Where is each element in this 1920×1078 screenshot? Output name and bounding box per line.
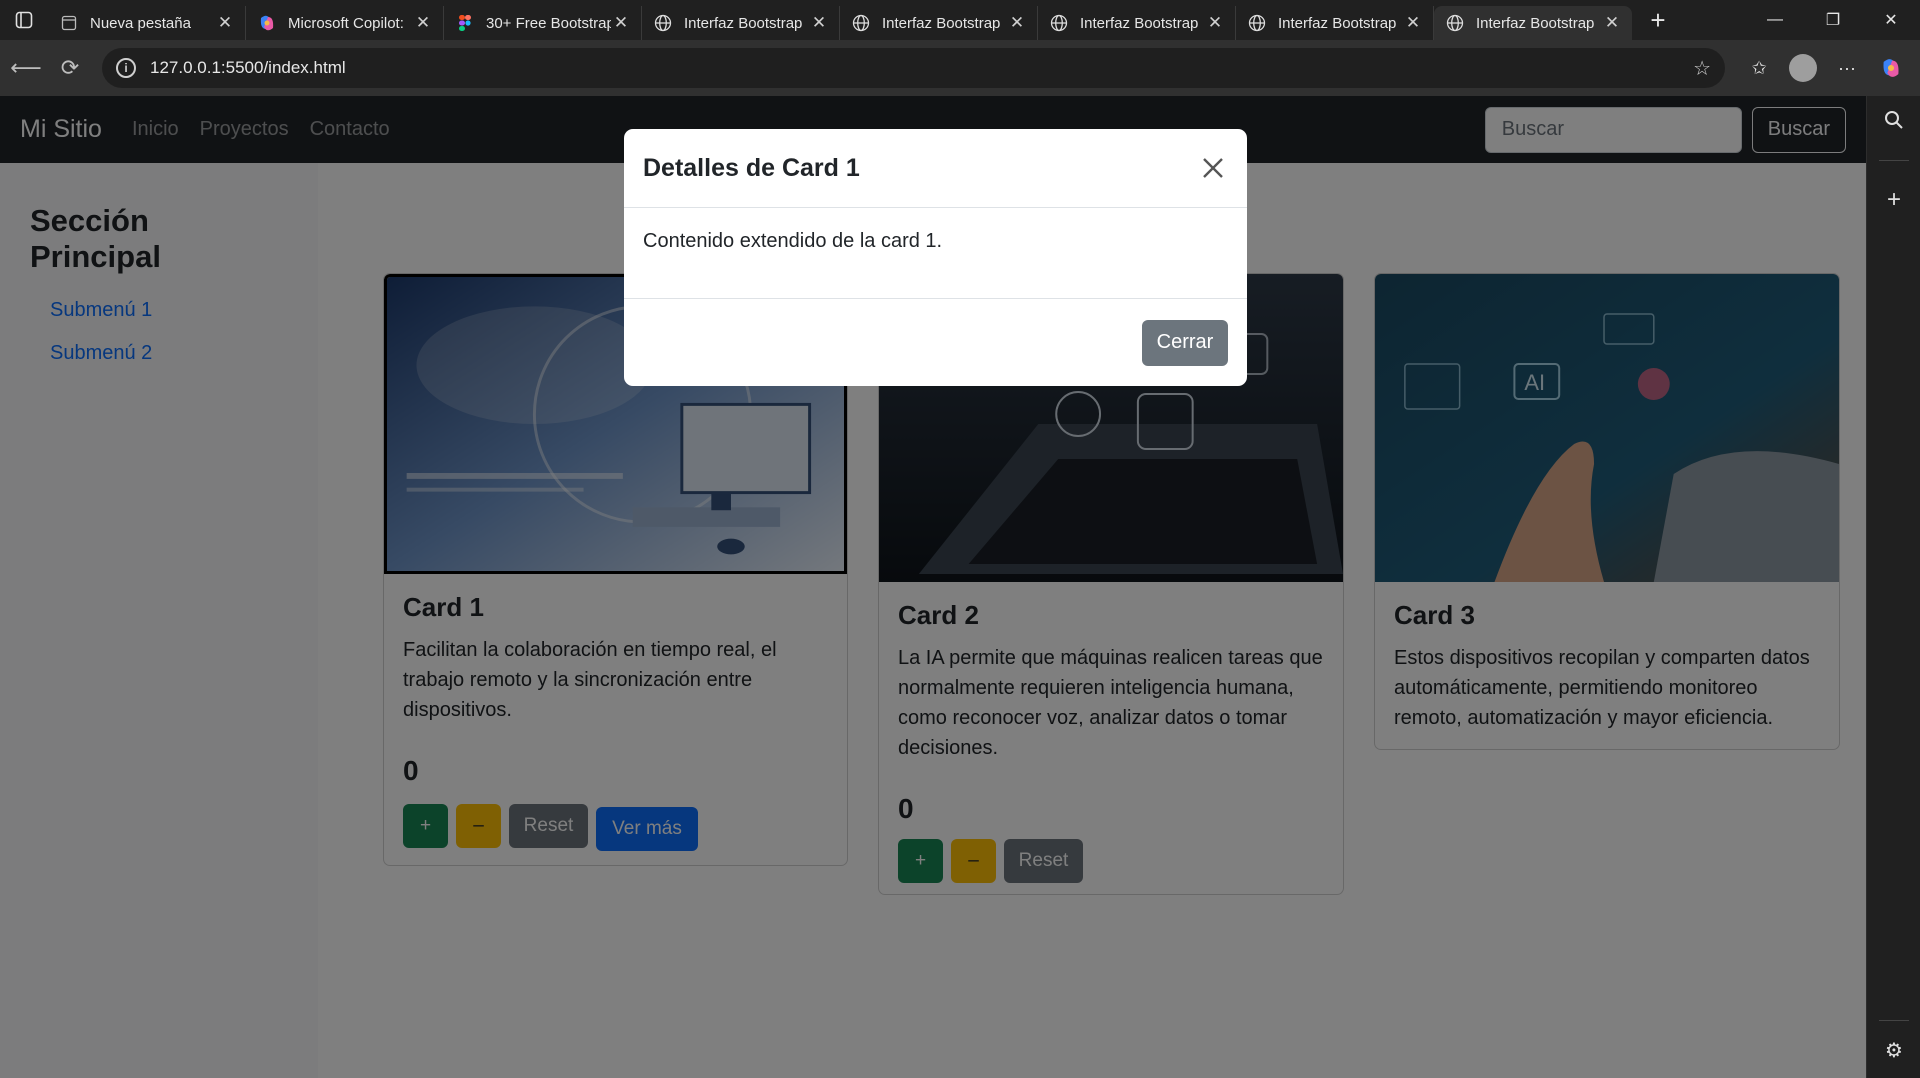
url-text: 127.0.0.1:5500/index.html bbox=[150, 58, 346, 77]
tab-close-icon[interactable]: ✕ bbox=[413, 13, 433, 33]
sidebar-divider bbox=[1879, 160, 1909, 161]
browser-tab[interactable]: Interfaz Bootstrap ✕ bbox=[1038, 6, 1236, 40]
page-viewport: Mi Sitio Inicio Proyectos Contacto Busca… bbox=[0, 96, 1866, 1078]
more-options-icon[interactable]: ··· bbox=[1825, 48, 1869, 88]
address-bar[interactable]: i 127.0.0.1:5500/index.html ☆ bbox=[102, 48, 1725, 88]
favorites-icon[interactable]: ✩ bbox=[1737, 48, 1781, 88]
figma-icon bbox=[456, 14, 474, 32]
profile-avatar-icon[interactable] bbox=[1789, 54, 1817, 82]
tab-title: Nueva pestaña bbox=[90, 14, 191, 32]
copilot-icon[interactable] bbox=[1869, 48, 1913, 88]
tab-title: Interfaz Bootstrap bbox=[882, 14, 1001, 32]
new-tab-button[interactable]: + bbox=[1638, 3, 1678, 37]
tab-actions-icon[interactable] bbox=[0, 0, 48, 40]
add-icon[interactable]: + bbox=[1867, 180, 1920, 220]
settings-gear-icon[interactable]: ⚙ bbox=[1867, 1030, 1920, 1070]
globe-icon bbox=[1050, 14, 1068, 32]
browser-tab[interactable]: 30+ Free Bootstrap ✕ bbox=[444, 6, 642, 40]
browser-tab[interactable]: Nueva pestaña ✕ bbox=[48, 6, 246, 40]
tab-title: 30+ Free Bootstrap bbox=[486, 14, 611, 32]
close-window-icon[interactable]: ✕ bbox=[1862, 0, 1920, 40]
browser-tab-active[interactable]: Interfaz Bootstrap ✕ bbox=[1434, 6, 1632, 40]
browser-tab[interactable]: Microsoft Copilot: ✕ bbox=[246, 6, 444, 40]
tab-title: Interfaz Bootstrap bbox=[1278, 14, 1397, 32]
globe-icon bbox=[1446, 14, 1464, 32]
search-icon[interactable] bbox=[1867, 100, 1920, 140]
reload-icon[interactable]: ⟳ bbox=[48, 48, 92, 88]
card-details-modal: Detalles de Card 1 Contenido extendido d… bbox=[624, 129, 1247, 386]
browser-sidebar: + ⚙ bbox=[1866, 96, 1920, 1078]
tab-close-icon[interactable]: ✕ bbox=[215, 13, 235, 33]
tab-title: Microsoft Copilot: bbox=[288, 14, 404, 32]
restore-icon[interactable]: ❐ bbox=[1804, 0, 1862, 40]
modal-title: Detalles de Card 1 bbox=[643, 153, 860, 182]
globe-icon bbox=[1248, 14, 1266, 32]
globe-icon bbox=[654, 14, 672, 32]
sidebar-divider bbox=[1879, 1020, 1909, 1021]
favorite-star-icon[interactable]: ☆ bbox=[1693, 56, 1711, 81]
tab-close-icon[interactable]: ✕ bbox=[611, 13, 631, 33]
blank-page-icon bbox=[60, 14, 78, 32]
modal-body-text: Contenido extendido de la card 1. bbox=[624, 208, 1247, 299]
tab-close-icon[interactable]: ✕ bbox=[1007, 13, 1027, 33]
tab-title: Interfaz Bootstrap bbox=[1476, 14, 1595, 32]
minimize-icon[interactable]: — bbox=[1746, 0, 1804, 40]
address-toolbar: ⟵ ⟳ i 127.0.0.1:5500/index.html ☆ ✩ ··· bbox=[0, 40, 1920, 96]
tab-close-icon[interactable]: ✕ bbox=[1602, 13, 1622, 33]
cerrar-button[interactable]: Cerrar bbox=[1142, 319, 1228, 366]
tab-close-icon[interactable]: ✕ bbox=[1403, 13, 1423, 33]
tab-title: Interfaz Bootstrap bbox=[1080, 14, 1199, 32]
tab-close-icon[interactable]: ✕ bbox=[1205, 13, 1225, 33]
browser-tab[interactable]: Interfaz Bootstrap ✕ bbox=[840, 6, 1038, 40]
copilot-icon bbox=[258, 14, 276, 32]
browser-tab[interactable]: Interfaz Bootstrap ✕ bbox=[1236, 6, 1434, 40]
window-controls: — ❐ ✕ bbox=[1746, 0, 1920, 40]
close-icon[interactable] bbox=[1198, 153, 1228, 183]
tab-title: Interfaz Bootstrap bbox=[684, 14, 803, 32]
site-info-icon[interactable]: i bbox=[116, 58, 136, 78]
globe-icon bbox=[852, 14, 870, 32]
back-arrow-icon[interactable]: ⟵ bbox=[4, 48, 48, 88]
browser-tab-strip: Nueva pestaña ✕ Microsoft Copilot: ✕ 30+… bbox=[0, 0, 1920, 40]
tab-close-icon[interactable]: ✕ bbox=[809, 13, 829, 33]
browser-tab[interactable]: Interfaz Bootstrap ✕ bbox=[642, 6, 840, 40]
